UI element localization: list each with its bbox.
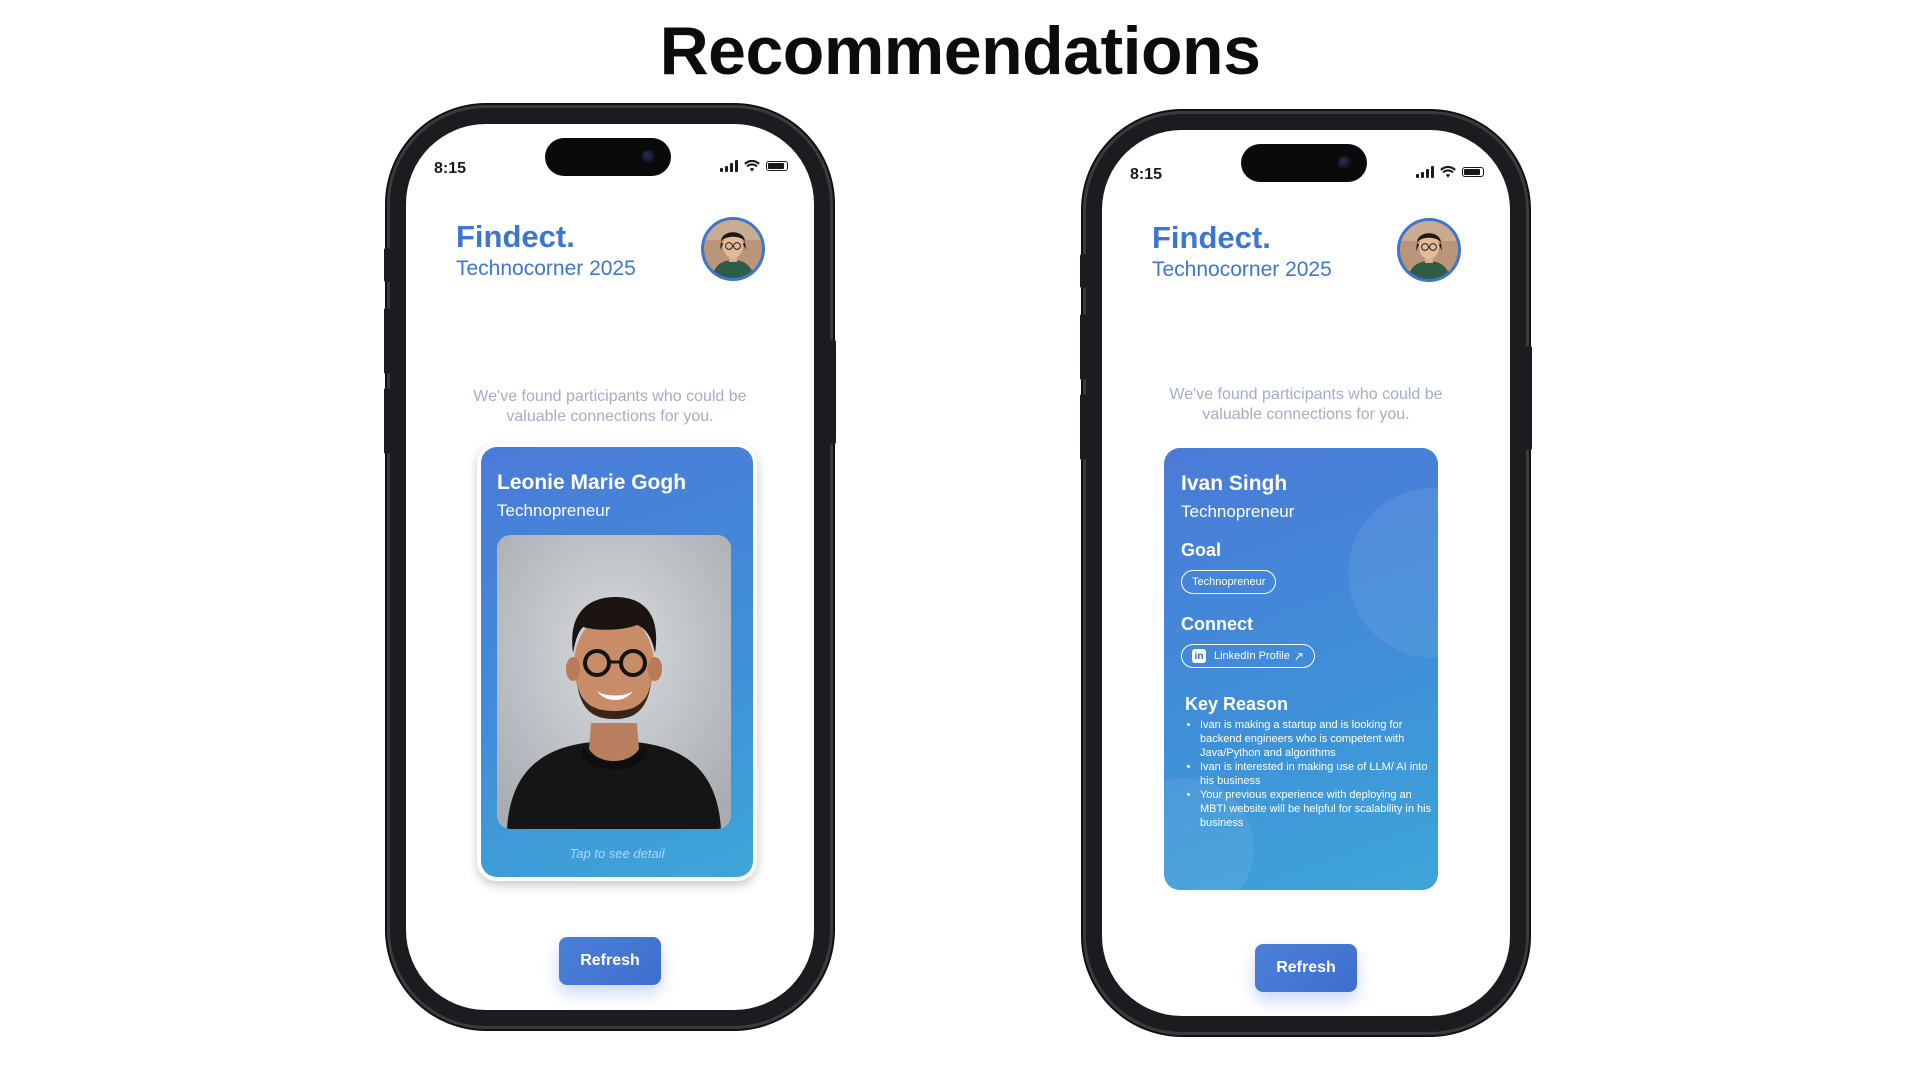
goal-tag: Technopreneur bbox=[1181, 570, 1277, 594]
refresh-button[interactable]: Refresh bbox=[1255, 944, 1357, 992]
participant-role: Technopreneur bbox=[497, 501, 611, 520]
avatar-photo bbox=[704, 220, 762, 278]
dynamic-island bbox=[545, 138, 671, 176]
key-reason-item: Ivan is making a startup and is looking … bbox=[1200, 718, 1438, 760]
dynamic-island bbox=[1241, 144, 1367, 182]
tap-hint: Tap to see detail bbox=[569, 846, 665, 861]
connect-label: Connect bbox=[1181, 614, 1253, 634]
goal-label: Goal bbox=[1181, 540, 1222, 560]
battery-icon bbox=[766, 161, 788, 171]
power-button bbox=[1526, 346, 1532, 450]
key-reason-item: Your previous experience with deploying … bbox=[1200, 788, 1438, 830]
volume-up-button bbox=[1080, 314, 1086, 380]
brand-title: Findect. bbox=[1152, 220, 1271, 255]
key-reason-item: Ivan is interested in making use of LLM/… bbox=[1200, 760, 1438, 788]
camera-icon bbox=[1338, 156, 1351, 169]
recommendation-card-detail[interactable]: Ivan Singh Technopreneur Goal Technopren… bbox=[1164, 448, 1438, 890]
avatar[interactable] bbox=[701, 217, 765, 281]
participant-role: Technopreneur bbox=[1181, 502, 1295, 521]
power-button bbox=[830, 340, 836, 444]
volume-down-button bbox=[384, 388, 390, 454]
avatar[interactable] bbox=[1397, 218, 1461, 282]
intro-text: We've found participants who could be va… bbox=[1169, 386, 1443, 423]
phone-frame-right: 8:15 Findect. Technocorner 2025 We've fo… bbox=[1080, 114, 1532, 1032]
page-title: Recommendations bbox=[659, 13, 1261, 89]
phone-screen: 8:15 Findect. Technocorner 2025 We've fo… bbox=[406, 124, 814, 1010]
action-button bbox=[384, 248, 390, 282]
participant-name: Ivan Singh bbox=[1181, 472, 1288, 495]
event-name: Technocorner 2025 bbox=[1152, 258, 1332, 281]
wifi-icon bbox=[1440, 166, 1456, 178]
participant-name: Leonie Marie Gogh bbox=[497, 471, 687, 494]
linkedin-profile-link[interactable]: in LinkedIn Profile ↗ bbox=[1181, 644, 1315, 668]
linkedin-link-label: LinkedIn Profile bbox=[1214, 650, 1290, 662]
brand-title: Findect. bbox=[456, 219, 575, 254]
status-icons bbox=[1416, 164, 1484, 180]
signal-icon bbox=[1416, 166, 1434, 178]
decorative-circle bbox=[1348, 488, 1438, 658]
refresh-button[interactable]: Refresh bbox=[559, 937, 661, 985]
battery-icon bbox=[1462, 167, 1484, 177]
volume-down-button bbox=[1080, 394, 1086, 460]
status-time: 8:15 bbox=[1130, 166, 1163, 183]
phone-screen: 8:15 Findect. Technocorner 2025 We've fo… bbox=[1102, 130, 1510, 1016]
recommendation-card[interactable]: Leonie Marie Gogh Technopreneur Tap to s… bbox=[477, 443, 757, 881]
event-name: Technocorner 2025 bbox=[456, 257, 636, 280]
external-link-icon: ↗ bbox=[1293, 649, 1304, 663]
phone-frame-left: 8:15 Findect. Technocorner 2025 We've fo… bbox=[384, 108, 836, 1026]
avatar-photo bbox=[1400, 221, 1458, 279]
camera-icon bbox=[642, 150, 655, 163]
action-button bbox=[1080, 254, 1086, 288]
linkedin-icon: in bbox=[1192, 649, 1206, 663]
wifi-icon bbox=[744, 160, 760, 172]
portrait-image bbox=[497, 535, 731, 829]
status-icons bbox=[720, 158, 788, 174]
participant-photo bbox=[497, 535, 731, 829]
signal-icon bbox=[720, 160, 738, 172]
card-body: Leonie Marie Gogh Technopreneur Tap to s… bbox=[481, 447, 753, 877]
status-time: 8:15 bbox=[434, 160, 467, 177]
volume-up-button bbox=[384, 308, 390, 374]
key-reason-label: Key Reason bbox=[1185, 694, 1289, 714]
intro-text: We've found participants who could be va… bbox=[473, 388, 747, 425]
key-reason-list: Ivan is making a startup and is looking … bbox=[1186, 718, 1438, 830]
